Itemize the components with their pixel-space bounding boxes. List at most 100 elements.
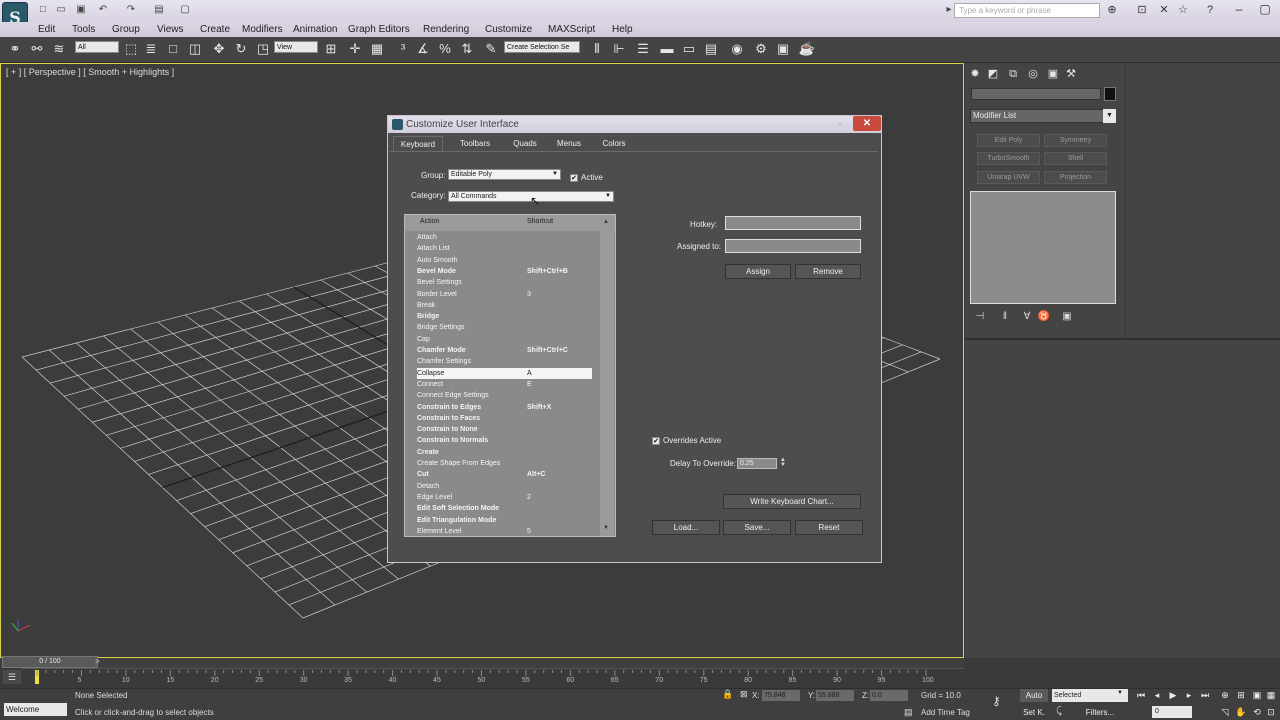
symmetry-button[interactable]: Symmetry xyxy=(1044,134,1107,147)
modifier-stack[interactable] xyxy=(970,191,1116,304)
save-icon[interactable]: ▣ xyxy=(74,4,88,16)
rotate-icon[interactable]: ↻ xyxy=(232,40,250,58)
projection-button[interactable]: Projection xyxy=(1044,171,1107,184)
scroll-up-icon[interactable]: ▲ xyxy=(603,219,609,225)
restore-icon[interactable]: ▫ xyxy=(834,118,846,130)
unwrap-uvw-button[interactable]: Unwrap UVW xyxy=(977,171,1040,184)
rect-select-icon[interactable]: □ xyxy=(164,40,182,58)
remove-modifier-icon[interactable]: ♉ xyxy=(1037,310,1051,324)
motion-tab-icon[interactable]: ◎ xyxy=(1026,67,1040,81)
time-slider-track[interactable] xyxy=(0,658,964,668)
configure-sets-icon[interactable]: ▣ xyxy=(1060,310,1074,324)
x-coord-field[interactable]: 75.848 xyxy=(762,690,800,701)
zoom-extents-all-icon[interactable]: ▦ xyxy=(1264,689,1278,701)
list-item[interactable]: Border Level 3 xyxy=(417,289,592,300)
delay-spinner[interactable]: 0.25 xyxy=(737,458,777,469)
list-item[interactable]: Constrain to Normals xyxy=(417,435,592,446)
menu-modifiers[interactable]: Modifiers xyxy=(242,22,283,37)
absolute-mode-icon[interactable]: ⊠ xyxy=(740,689,748,700)
orbit-icon[interactable]: ⟲ xyxy=(1250,706,1264,718)
close-icon[interactable]: ✕ xyxy=(1156,3,1172,18)
make-unique-icon[interactable]: ∀ xyxy=(1020,310,1034,324)
list-item[interactable]: Create xyxy=(417,447,592,458)
move-icon[interactable]: ✥ xyxy=(210,40,228,58)
pin-stack-icon[interactable]: ⊣ xyxy=(973,310,987,324)
maxscript-listener-field[interactable]: Welcome xyxy=(4,703,67,716)
menu-tools[interactable]: Tools xyxy=(72,22,95,37)
list-item[interactable]: Attach xyxy=(417,232,592,243)
rendered-frame-icon[interactable]: ▣ xyxy=(774,40,792,58)
list-item[interactable]: Cap xyxy=(417,334,592,345)
create-tab-icon[interactable]: ✸ xyxy=(968,67,982,81)
list-item[interactable]: Chamfer Settings xyxy=(417,356,592,367)
open-icon[interactable]: ▭ xyxy=(54,4,68,16)
edit-poly-button[interactable]: Edit Poly xyxy=(977,134,1040,147)
menu-views[interactable]: Views xyxy=(157,22,184,37)
y-coord-field[interactable]: 55.888 xyxy=(816,690,854,701)
object-color-swatch[interactable] xyxy=(1104,87,1116,101)
percent-snap-icon[interactable]: % xyxy=(436,40,454,58)
menu-rendering[interactable]: Rendering xyxy=(423,22,469,37)
redo-icon[interactable]: ↷ xyxy=(124,4,138,16)
snap-3d-icon[interactable]: ³ xyxy=(394,40,412,58)
zoom-all-icon[interactable]: ⊞ xyxy=(1234,689,1248,701)
group-select[interactable]: Editable Poly xyxy=(448,169,561,180)
prev-frame-icon[interactable]: ◂ xyxy=(1150,689,1164,701)
zoom-extents-icon[interactable]: ▣ xyxy=(1250,689,1264,701)
chevron-down-icon[interactable]: ▼ xyxy=(1117,690,1123,696)
selection-filter-select[interactable]: All xyxy=(75,41,119,53)
list-item[interactable]: Edge Level 2 xyxy=(417,492,592,503)
subscription-icon[interactable]: ⊡ xyxy=(1134,3,1150,18)
list-item[interactable]: Constrain to None xyxy=(417,424,592,435)
active-checkbox[interactable]: ✔ xyxy=(570,174,578,182)
list-item[interactable]: Bevel Mode Shift+Ctrl+B xyxy=(417,266,592,277)
unlink-icon[interactable]: ⚯ xyxy=(28,40,46,58)
render-setup-icon[interactable]: ⚙ xyxy=(752,40,770,58)
list-item[interactable]: Connect E xyxy=(417,379,592,390)
list-item[interactable]: Constrain to Edges Shift+X xyxy=(417,402,592,413)
star-icon[interactable]: ☆ xyxy=(1175,3,1191,18)
list-item[interactable]: Attach List xyxy=(417,243,592,254)
next-frame-icon[interactable]: ▸ xyxy=(1182,689,1196,701)
z-coord-field[interactable]: 0.0 xyxy=(870,690,908,701)
angle-snap-icon[interactable]: ∡ xyxy=(414,40,432,58)
project-icon[interactable]: ▤ xyxy=(152,4,166,16)
list-item[interactable]: Create Shape From Edges xyxy=(417,458,592,469)
spinner-arrows-icon[interactable]: ▲ ▼ xyxy=(779,457,787,469)
layer-manager-icon[interactable]: ☰ xyxy=(634,40,652,58)
tab-menus[interactable]: Menus xyxy=(551,136,587,151)
menu-graph-editors[interactable]: Graph Editors xyxy=(348,22,410,37)
menu-maxscript[interactable]: MAXScript xyxy=(548,22,595,37)
shortcut-column-header[interactable]: Shortcut xyxy=(527,218,553,225)
pivot-icon[interactable]: ⊞ xyxy=(322,40,340,58)
utilities-tab-icon[interactable]: ⚒ xyxy=(1064,67,1078,81)
assign-button[interactable]: Assign xyxy=(725,264,791,279)
list-item[interactable]: Bevel Settings xyxy=(417,277,592,288)
ribbon-icon[interactable]: ▬ xyxy=(658,40,676,58)
list-item[interactable]: Edit Soft Selection Mode xyxy=(417,503,592,514)
keyboard-override-icon[interactable]: ▦ xyxy=(368,40,386,58)
window-crossing-icon[interactable]: ◫ xyxy=(186,40,204,58)
list-item[interactable]: Edit Triangulation Mode xyxy=(417,515,592,526)
time-slider-thumb[interactable]: 0 / 100 xyxy=(2,656,98,668)
workspace-icon[interactable]: ▢ xyxy=(178,4,192,16)
display-tab-icon[interactable]: ▣ xyxy=(1046,67,1060,81)
object-name-field[interactable] xyxy=(971,88,1101,100)
search-input[interactable]: Type a keyword or phrase xyxy=(954,3,1100,18)
modify-tab-icon[interactable]: ◩ xyxy=(986,67,1000,81)
viewport-label[interactable]: [ + ] [ Perspective ] [ Smooth + Highlig… xyxy=(6,67,174,77)
menu-group[interactable]: Group xyxy=(112,22,140,37)
render-icon[interactable]: ☕ xyxy=(798,40,816,58)
tab-quads[interactable]: Quads xyxy=(507,136,543,151)
align-icon[interactable]: ⊩ xyxy=(610,40,628,58)
dialog-title[interactable]: Customize User Interface xyxy=(388,116,881,133)
lock-icon[interactable]: 🔒 xyxy=(722,689,733,700)
chevron-right-icon[interactable]: > xyxy=(95,657,100,666)
select-by-name-icon[interactable]: ≣ xyxy=(142,40,160,58)
go-to-start-icon[interactable]: ⏮ xyxy=(1134,689,1148,701)
list-scrollbar[interactable] xyxy=(600,231,614,536)
list-item[interactable]: Detach xyxy=(417,481,592,492)
menu-help[interactable]: Help xyxy=(612,22,633,37)
zoom-icon[interactable]: ⊕ xyxy=(1218,689,1232,701)
modifier-list-select[interactable]: Modifier List xyxy=(970,109,1116,123)
